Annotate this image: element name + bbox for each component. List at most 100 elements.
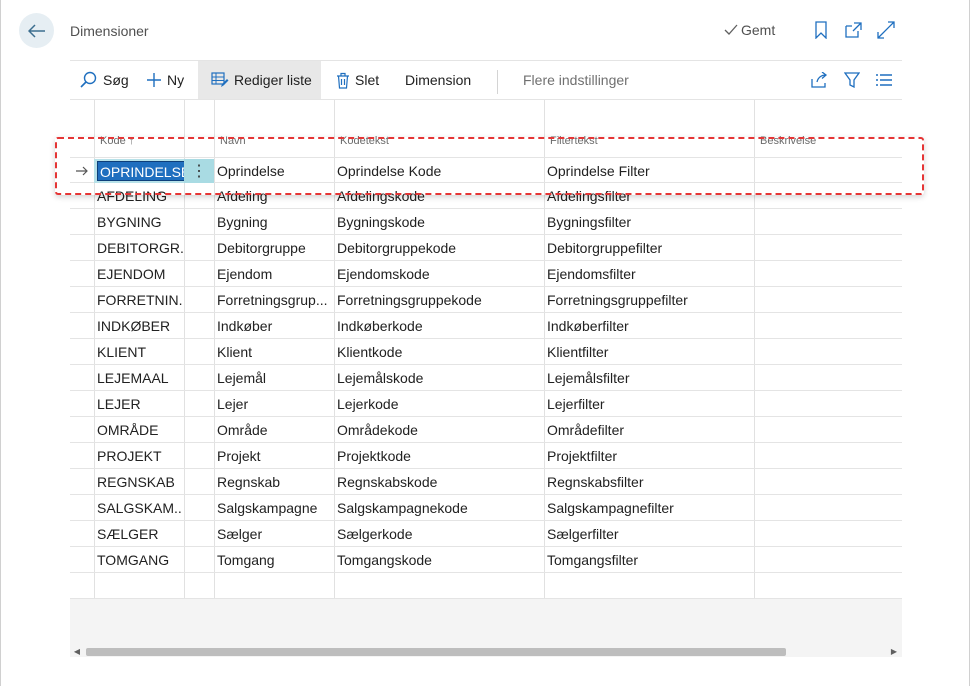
delete-button[interactable]: Slet xyxy=(336,61,379,99)
cell-navn[interactable]: Bygning xyxy=(217,209,331,235)
cell-kodetekst[interactable]: Afdelingskode xyxy=(337,183,541,209)
cell-navn[interactable]: Tomgang xyxy=(217,547,331,573)
filter-icon[interactable] xyxy=(842,70,862,90)
column-header-navn[interactable]: Navn xyxy=(220,135,246,147)
cell-beskrivelse[interactable] xyxy=(757,261,897,287)
table-row[interactable]: OPRINDELSE ⋮ Oprindelse Oprindelse Kode Opri… xyxy=(70,157,902,183)
cell-kodetekst[interactable]: Regnskabskode xyxy=(337,469,541,495)
cell-beskrivelse[interactable] xyxy=(757,391,897,417)
cell-kodetekst[interactable]: Oprindelse Kode xyxy=(337,158,541,184)
back-button[interactable] xyxy=(19,13,54,48)
cell-filtertekst[interactable]: Debitorgruppefilter xyxy=(547,235,751,261)
cell-filtertekst[interactable]: Områdefilter xyxy=(547,417,751,443)
cell-navn[interactable]: Debitorgruppe xyxy=(217,235,331,261)
cell-filtertekst[interactable]: Afdelingsfilter xyxy=(547,183,751,209)
cell-beskrivelse[interactable] xyxy=(757,469,897,495)
cell-kode[interactable]: REGNSKAB xyxy=(97,469,183,495)
cell-filtertekst[interactable]: Forretningsgruppefilter xyxy=(547,287,751,313)
cell-filtertekst[interactable]: Ejendomsfilter xyxy=(547,261,751,287)
cell-filtertekst[interactable]: Salgskampagnefilter xyxy=(547,495,751,521)
list-view-icon[interactable] xyxy=(874,70,894,90)
cell-navn[interactable]: Salgskampagne xyxy=(217,495,331,521)
expand-icon[interactable] xyxy=(876,20,896,40)
bookmark-icon[interactable] xyxy=(811,20,831,40)
cell-navn[interactable]: Klient xyxy=(217,339,331,365)
cell-kodetekst[interactable]: Tomgangskode xyxy=(337,547,541,573)
open-new-window-icon[interactable] xyxy=(843,20,863,40)
cell-navn[interactable]: Oprindelse xyxy=(217,158,331,184)
cell-kode[interactable]: AFDELING xyxy=(97,183,183,209)
cell-filtertekst[interactable]: Bygningsfilter xyxy=(547,209,751,235)
cell-kode[interactable]: TOMGANG xyxy=(97,547,183,573)
cell-navn[interactable]: Ejendom xyxy=(217,261,331,287)
cell-navn[interactable]: Projekt xyxy=(217,443,331,469)
cell-kode[interactable]: SÆLGER xyxy=(97,521,183,547)
row-menu-icon[interactable]: ⋮ xyxy=(184,159,214,183)
cell-beskrivelse[interactable] xyxy=(757,158,897,184)
cell-kodetekst[interactable]: Projektkode xyxy=(337,443,541,469)
table-row[interactable]: SÆLGER Sælger Sælgerkode Sælgerfilter xyxy=(70,521,902,547)
cell-navn[interactable]: Område xyxy=(217,417,331,443)
cell-filtertekst[interactable]: Tomgangsfilter xyxy=(547,547,751,573)
cell-kode[interactable]: INDKØBER xyxy=(97,313,183,339)
cell-kode[interactable]: EJENDOM xyxy=(97,261,183,287)
cell-navn[interactable]: Lejer xyxy=(217,391,331,417)
cell-navn[interactable]: Sælger xyxy=(217,521,331,547)
cell-filtertekst[interactable]: Lejerfilter xyxy=(547,391,751,417)
cell-navn[interactable]: Lejemål xyxy=(217,365,331,391)
scroll-left-icon[interactable]: ◀ xyxy=(70,644,84,657)
cell-kode[interactable]: SALGSKAM... xyxy=(97,495,183,521)
cell-navn[interactable]: Indkøber xyxy=(217,313,331,339)
cell-beskrivelse[interactable] xyxy=(757,365,897,391)
cell-kodetekst[interactable]: Ejendomskode xyxy=(337,261,541,287)
table-row[interactable]: INDKØBER Indkøber Indkøberkode Indkøberfilt… xyxy=(70,313,902,339)
table-row[interactable]: DEBITORGR... Debitorgruppe Debitorgruppeko… xyxy=(70,235,902,261)
cell-kode[interactable]: KLIENT xyxy=(97,339,183,365)
table-row[interactable]: AFDELING Afdeling Afdelingskode Afdelingsfi… xyxy=(70,183,902,209)
column-header-beskrivelse[interactable]: Beskrivelse xyxy=(760,135,816,147)
cell-kode[interactable]: OMRÅDE xyxy=(97,417,183,443)
cell-filtertekst[interactable]: Indkøberfilter xyxy=(547,313,751,339)
cell-kodetekst[interactable]: Debitorgruppekode xyxy=(337,235,541,261)
edit-list-button[interactable]: Rediger liste xyxy=(198,61,321,99)
table-row[interactable]: TOMGANG Tomgang Tomgangskode Tomgangsfilter xyxy=(70,547,902,573)
scroll-right-icon[interactable]: ▶ xyxy=(887,644,901,657)
more-options-button[interactable]: Flere indstillinger xyxy=(523,61,629,99)
cell-beskrivelse[interactable] xyxy=(757,547,897,573)
cell-kodetekst[interactable]: Sælgerkode xyxy=(337,521,541,547)
cell-beskrivelse[interactable] xyxy=(757,339,897,365)
cell-filtertekst[interactable]: Regnskabsfilter xyxy=(547,469,751,495)
cell-filtertekst[interactable]: Lejemålsfilter xyxy=(547,365,751,391)
cell-beskrivelse[interactable] xyxy=(757,183,897,209)
table-row[interactable]: LEJEMAAL Lejemål Lejemålskode Lejemålsfilte… xyxy=(70,365,902,391)
cell-kodetekst[interactable]: Salgskampagnekode xyxy=(337,495,541,521)
column-header-filtertekst[interactable]: Filtertekst xyxy=(550,135,598,147)
table-row[interactable]: BYGNING Bygning Bygningskode Bygningsfilter xyxy=(70,209,902,235)
cell-kodetekst[interactable]: Lejerkode xyxy=(337,391,541,417)
column-header-kodetekst[interactable]: Kodetekst xyxy=(340,135,389,147)
cell-kodetekst[interactable]: Lejemålskode xyxy=(337,365,541,391)
horizontal-scrollbar[interactable]: ◀ ▶ xyxy=(70,644,902,657)
cell-kodetekst[interactable]: Bygningskode xyxy=(337,209,541,235)
cell-filtertekst[interactable]: Sælgerfilter xyxy=(547,521,751,547)
cell-kode[interactable]: FORRETNIN... xyxy=(97,287,183,313)
dimension-button[interactable]: Dimension xyxy=(405,61,471,99)
table-row[interactable]: PROJEKT Projekt Projektkode Projektfilter xyxy=(70,443,902,469)
cell-beskrivelse[interactable] xyxy=(757,287,897,313)
table-row[interactable]: EJENDOM Ejendom Ejendomskode Ejendomsfilter xyxy=(70,261,902,287)
table-row[interactable]: REGNSKAB Regnskab Regnskabskode Regnskabsfi… xyxy=(70,469,902,495)
cell-beskrivelse[interactable] xyxy=(757,313,897,339)
cell-kode[interactable]: BYGNING xyxy=(97,209,183,235)
table-row[interactable]: OMRÅDE Område Områdekode Områdefilter xyxy=(70,417,902,443)
cell-filtertekst[interactable]: Klientfilter xyxy=(547,339,751,365)
cell-beskrivelse[interactable] xyxy=(757,235,897,261)
cell-navn[interactable]: Regnskab xyxy=(217,469,331,495)
cell-filtertekst[interactable]: Oprindelse Filter xyxy=(547,158,751,184)
share-icon[interactable] xyxy=(810,70,830,90)
cell-kode[interactable]: LEJER xyxy=(97,391,183,417)
empty-new-row[interactable] xyxy=(70,573,902,599)
table-row[interactable]: KLIENT Klient Klientkode Klientfilter xyxy=(70,339,902,365)
table-row[interactable]: FORRETNIN... Forretningsgrup... Forretning… xyxy=(70,287,902,313)
cell-beskrivelse[interactable] xyxy=(757,443,897,469)
cell-kode[interactable]: PROJEKT xyxy=(97,443,183,469)
